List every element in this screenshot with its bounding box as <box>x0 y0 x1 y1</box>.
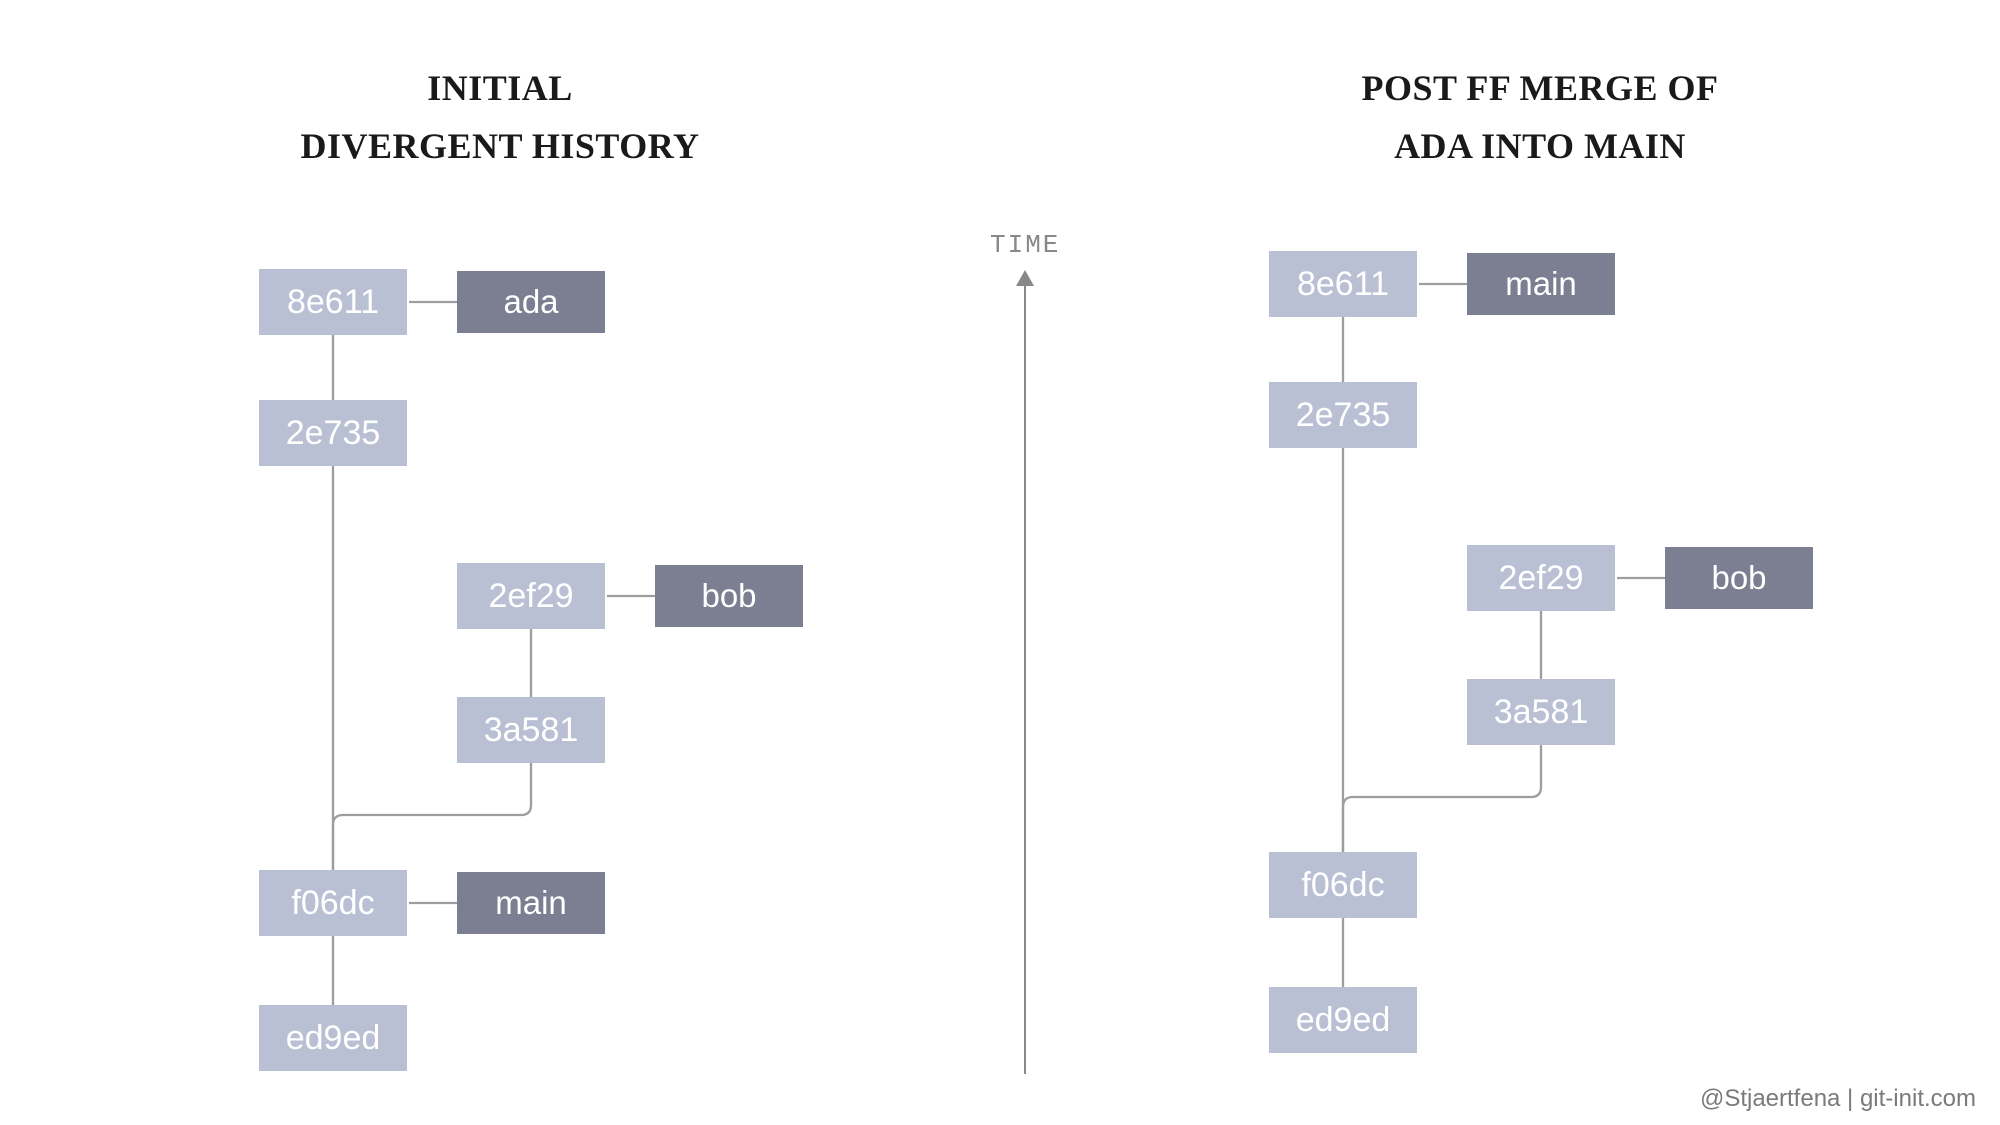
diagram-stage: Initial Divergent History Post FF merge … <box>0 0 2000 1125</box>
left-commit-8e611: 8e611 <box>259 269 407 335</box>
left-commit-2ef29: 2ef29 <box>457 563 605 629</box>
left-title: Initial Divergent History <box>180 60 820 175</box>
left-commit-2e735: 2e735 <box>259 400 407 466</box>
right-commit-2e735: 2e735 <box>1269 382 1417 448</box>
left-branch-ada: ada <box>457 271 605 333</box>
right-commit-3a581: 3a581 <box>1467 679 1615 745</box>
left-commit-3a581: 3a581 <box>457 697 605 763</box>
left-title-line2: Divergent History <box>300 126 699 166</box>
right-commit-8e611: 8e611 <box>1269 251 1417 317</box>
left-title-line1: Initial <box>427 68 573 108</box>
left-commit-ed9ed: ed9ed <box>259 1005 407 1071</box>
right-title-line1: Post FF merge of <box>1361 68 1718 108</box>
right-title-line2: Ada into main <box>1394 126 1686 166</box>
right-branch-bob: bob <box>1665 547 1813 609</box>
right-commit-ed9ed: ed9ed <box>1269 987 1417 1053</box>
right-commit-f06dc: f06dc <box>1269 852 1417 918</box>
left-branch-main: main <box>457 872 605 934</box>
attribution: @Stjaertfena | git-init.com <box>1700 1085 1976 1113</box>
right-title: Post FF merge of Ada into main <box>1220 60 1860 175</box>
time-label: TIME <box>990 230 1060 260</box>
time-arrow-line <box>1024 284 1026 1074</box>
left-commit-f06dc: f06dc <box>259 870 407 936</box>
right-branch-main: main <box>1467 253 1615 315</box>
right-commit-2ef29: 2ef29 <box>1467 545 1615 611</box>
left-branch-bob: bob <box>655 565 803 627</box>
